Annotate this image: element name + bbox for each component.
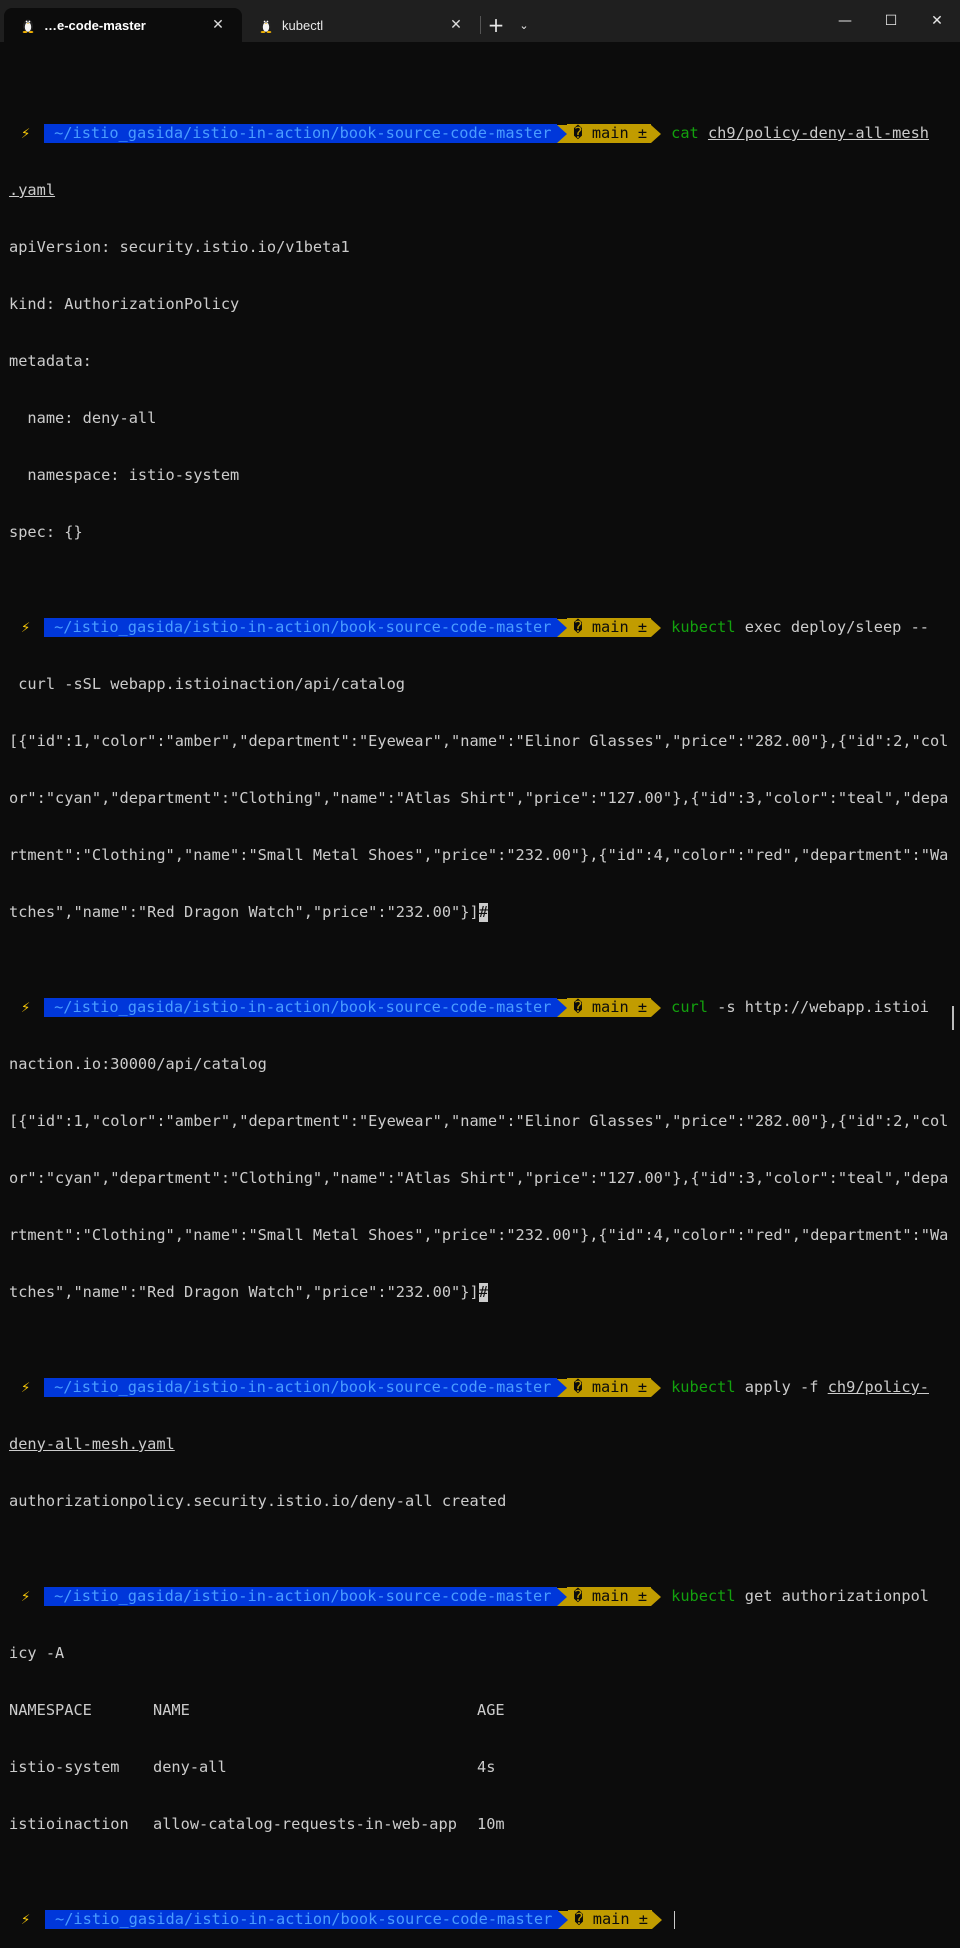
- prompt-path: ~/istio_gasida/istio-in-action/book-sour…: [44, 124, 558, 143]
- window-controls: — ☐ ✕: [822, 0, 960, 42]
- command-name: kubectl: [671, 618, 736, 636]
- prompt-line: ⚡ ~/istio_gasida/istio-in-action/book-sou…: [9, 998, 929, 1017]
- terminal-output[interactable]: ⚡ ~/istio_gasida/istio-in-action/book-sou…: [9, 48, 949, 1948]
- powerline-separator: [557, 618, 568, 637]
- output-line: name: deny-all: [9, 409, 157, 427]
- table-header-cell: NAME: [153, 1701, 190, 1719]
- output-line: rtment":"Clothing","name":"Small Metal S…: [9, 846, 949, 864]
- command-rest: exec deploy/sleep --: [744, 618, 929, 636]
- prompt-path: ~/istio_gasida/istio-in-action/book-sour…: [44, 1378, 558, 1397]
- output-line: tches","name":"Red Dragon Watch","price"…: [9, 903, 479, 921]
- output-line: or":"cyan","department":"Clothing","name…: [9, 1169, 949, 1187]
- powerline-separator: [557, 1378, 568, 1397]
- command-argument: ch9/policy-: [827, 1378, 929, 1396]
- close-icon[interactable]: ✕: [442, 11, 470, 39]
- powerline-separator: [557, 998, 568, 1017]
- output-line: metadata:: [9, 352, 92, 370]
- powerline-separator: [558, 1910, 569, 1929]
- prompt-path: ~/istio_gasida/istio-in-action/book-sour…: [44, 1587, 558, 1606]
- maximize-button[interactable]: ☐: [868, 0, 914, 42]
- table-cell: istioinaction: [9, 1815, 129, 1833]
- title-bar: …e-code-master ✕ kubectl ✕ + ⌄ — ☐ ✕: [0, 0, 960, 42]
- table-row: istioinaction allow-catalog-requests-in-w…: [9, 1815, 929, 1834]
- prompt-git-branch: � main ±: [567, 1378, 652, 1397]
- prompt-line: ⚡ ~/istio_gasida/istio-in-action/book-sou…: [9, 618, 929, 637]
- command-name: curl: [671, 998, 708, 1016]
- output-line: apiVersion: security.istio.io/v1beta1: [9, 238, 350, 256]
- prompt-line: ⚡ ~/istio_gasida/istio-in-action/book-sou…: [9, 1587, 929, 1606]
- prompt-git-branch: � main ±: [568, 1910, 653, 1929]
- prompt-git-branch: � main ±: [567, 1587, 652, 1606]
- command-wrap: naction.io:30000/api/catalog: [9, 1055, 267, 1073]
- output-line: authorizationpolicy.security.istio.io/de…: [9, 1492, 507, 1510]
- prompt-line: ⚡ ~/istio_gasida/istio-in-action/book-sou…: [9, 1378, 929, 1397]
- output-line: kind: AuthorizationPolicy: [9, 295, 240, 313]
- scrollbar[interactable]: [952, 1006, 954, 1030]
- prompt-line: ⚡ ~/istio_gasida/istio-in-action/book-sou…: [9, 1910, 929, 1929]
- command-rest: get authorizationpol: [744, 1587, 929, 1605]
- command-wrap: curl -sSL webapp.istioinaction/api/catal…: [9, 675, 406, 693]
- prompt-path: ~/istio_gasida/istio-in-action/book-sour…: [44, 998, 558, 1017]
- eol-marker: #: [478, 1283, 488, 1302]
- linux-penguin-icon: [258, 17, 274, 33]
- output-line: spec: {}: [9, 523, 83, 541]
- table-cell: 4s: [477, 1758, 496, 1776]
- linux-penguin-icon: [20, 17, 36, 33]
- output-line: tches","name":"Red Dragon Watch","price"…: [9, 1283, 479, 1301]
- window-close-button[interactable]: ✕: [914, 0, 960, 42]
- table-cell: deny-all: [153, 1758, 227, 1776]
- table-header: NAMESPACE NAME AGE: [9, 1701, 929, 1720]
- close-icon[interactable]: ✕: [204, 11, 232, 39]
- command-wrap: .yaml: [9, 181, 56, 199]
- lightning-icon: ⚡: [21, 1378, 31, 1396]
- chevron-down-icon[interactable]: ⌄: [511, 8, 537, 42]
- lightning-icon: ⚡: [21, 998, 31, 1016]
- output-line: rtment":"Clothing","name":"Small Metal S…: [9, 1226, 949, 1244]
- powerline-separator: [557, 1587, 568, 1606]
- prompt-git-branch: � main ±: [567, 124, 652, 143]
- prompt-path: ~/istio_gasida/istio-in-action/book-sour…: [44, 618, 558, 637]
- powerline-separator: [651, 1378, 662, 1397]
- command-argument: ch9/policy-deny-all-mesh: [707, 124, 929, 142]
- powerline-separator: [651, 998, 662, 1017]
- command-rest: apply -f: [744, 1378, 819, 1396]
- new-tab-button[interactable]: +: [481, 8, 511, 42]
- command-name: kubectl: [671, 1587, 736, 1605]
- table-row: istio-system deny-all 4s: [9, 1758, 929, 1777]
- powerline-separator: [652, 1910, 663, 1929]
- powerline-separator: [651, 618, 662, 637]
- table-header-cell: AGE: [477, 1701, 505, 1719]
- text-cursor[interactable]: [674, 1910, 676, 1929]
- prompt-line: ⚡ ~/istio_gasida/istio-in-action/book-sou…: [9, 124, 929, 143]
- tab-active[interactable]: …e-code-master ✕: [4, 8, 242, 42]
- tab-label: …e-code-master: [44, 17, 146, 33]
- command-wrap: deny-all-mesh.yaml: [9, 1435, 175, 1453]
- lightning-icon: ⚡: [21, 618, 31, 636]
- output-line: [{"id":1,"color":"amber","department":"E…: [9, 1112, 949, 1130]
- command-name: kubectl: [671, 1378, 736, 1396]
- table-header-cell: NAMESPACE: [9, 1701, 92, 1719]
- table-cell: 10m: [477, 1815, 505, 1833]
- command-rest: -s http://webapp.istioi: [717, 998, 929, 1016]
- powerline-separator: [651, 1587, 662, 1606]
- prompt-git-branch: � main ±: [567, 618, 652, 637]
- powerline-separator: [557, 124, 568, 143]
- tab-label: kubectl: [282, 17, 324, 33]
- command-wrap: icy -A: [9, 1644, 65, 1662]
- tab-kubectl[interactable]: kubectl ✕: [242, 8, 480, 42]
- output-line: or":"cyan","department":"Clothing","name…: [9, 789, 949, 807]
- minimize-button[interactable]: —: [822, 0, 868, 42]
- lightning-icon: ⚡: [21, 124, 31, 142]
- prompt-path: ~/istio_gasida/istio-in-action/book-sour…: [45, 1910, 559, 1929]
- eol-marker: #: [478, 903, 488, 922]
- table-cell: allow-catalog-requests-in-web-app: [153, 1815, 457, 1833]
- table-cell: istio-system: [9, 1758, 120, 1776]
- powerline-separator: [651, 124, 662, 143]
- command-name: cat: [671, 124, 699, 142]
- output-line: [{"id":1,"color":"amber","department":"E…: [9, 732, 949, 750]
- output-line: namespace: istio-system: [9, 466, 240, 484]
- lightning-icon: ⚡: [21, 1910, 31, 1928]
- lightning-icon: ⚡: [21, 1587, 31, 1605]
- prompt-git-branch: � main ±: [567, 998, 652, 1017]
